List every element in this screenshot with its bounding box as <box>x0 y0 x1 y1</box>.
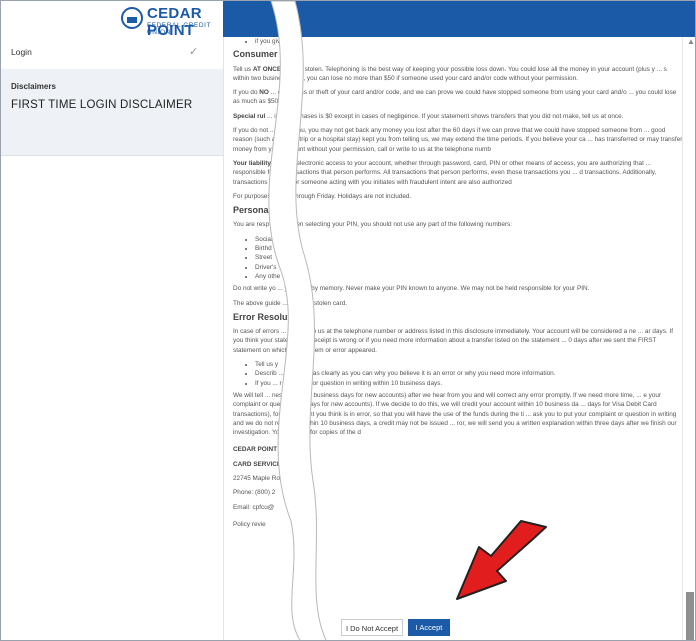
section-heading-personal-id: Personal I <box>233 205 277 216</box>
list-item: Social <box>255 235 683 244</box>
logo: CEDAR POINT FEDERAL CREDIT UNION <box>1 1 223 39</box>
disclaimer-text: if you give u Consumer Lia Tell us AT ON… <box>233 37 683 534</box>
contact-name: CEDAR POINT F <box>233 446 283 454</box>
list-item: If you ... r complaint or question in wr… <box>255 379 683 388</box>
paragraph: Your liability fo ... he electronic acce… <box>233 159 657 186</box>
sidebar-item-label: Login <box>11 47 32 57</box>
list-item: Street <box>255 253 683 262</box>
contact-phone: Phone: (800) 2 <box>233 489 276 497</box>
paragraph: Special rul ... ized purchases is $0 exc… <box>233 112 624 120</box>
sidebar-section-disclaimers: Disclaimers FIRST TIME LOGIN DISCLAIMER <box>1 69 223 156</box>
section-heading-consumer-liability: Consumer Lia <box>233 49 294 60</box>
scrollbar[interactable]: ▲ <box>682 37 695 640</box>
list-item: Any othe <box>255 272 683 281</box>
sidebar-section-header: Disclaimers <box>11 82 56 91</box>
disclaimer-content: if you give u Consumer Lia Tell us AT ON… <box>229 37 683 640</box>
error-steps-list: Tell us y Describ ... 0 explain as clear… <box>233 360 683 388</box>
list-item: Driver's <box>255 263 683 272</box>
paragraph: You are resp ... nt. When selecting your… <box>233 221 512 229</box>
list-item: Birthd <box>255 244 683 253</box>
app-window: CEDAR POINT FEDERAL CREDIT UNION Login ✓… <box>0 0 696 641</box>
policy-review-note: Policy revie <box>233 520 266 528</box>
paragraph: Do not write yo ... your PIN by memory. … <box>233 285 590 293</box>
list-item: if you give u <box>255 37 683 46</box>
paragraph: In case of errors ... or write to us at … <box>233 328 673 354</box>
list-item: Describ ... 0 explain as clearly as you … <box>255 369 683 378</box>
contact-services: CARD SERVICES <box>233 460 286 468</box>
paragraph: We will tell ... ness days (20 business … <box>233 391 677 437</box>
paragraph: The above guide ... a lost or stolen car… <box>233 299 348 307</box>
paragraph: For purposes o ... ay through Friday. Ho… <box>233 192 412 200</box>
pin-restrictions-list: Social Birthd Street Driver's Any othe <box>233 235 683 281</box>
paragraph: If you do not ... led to you, you may no… <box>233 127 683 153</box>
accept-button[interactable]: I Accept <box>408 619 450 636</box>
button-bar <box>229 611 682 640</box>
paragraph: Tell us AT ONCE ... et or stolen. Teleph… <box>233 65 667 82</box>
logo-subtitle: FEDERAL CREDIT UNION <box>147 22 212 36</box>
list-item: Tell us y <box>255 360 683 369</box>
sidebar-item-first-time-login-disclaimer[interactable]: FIRST TIME LOGIN DISCLAIMER <box>11 99 192 111</box>
contact-address: 22745 Maple Ro <box>233 474 280 482</box>
sidebar: Login ✓ Disclaimers FIRST TIME LOGIN DIS… <box>1 37 224 640</box>
logo-emblem-icon <box>121 7 143 29</box>
paragraph: If you do NO ... of the loss or theft of… <box>233 89 677 106</box>
check-icon: ✓ <box>189 46 199 58</box>
section-heading-error-resolution: Error Resolut <box>233 311 291 322</box>
do-not-accept-button[interactable]: I Do Not Accept <box>341 619 403 636</box>
scrollbar-thumb[interactable] <box>686 592 694 640</box>
contact-email: Email: cpfcu@ <box>233 503 275 511</box>
scroll-up-arrow-icon[interactable]: ▲ <box>687 37 695 46</box>
sidebar-item-login[interactable]: Login ✓ <box>1 37 223 70</box>
